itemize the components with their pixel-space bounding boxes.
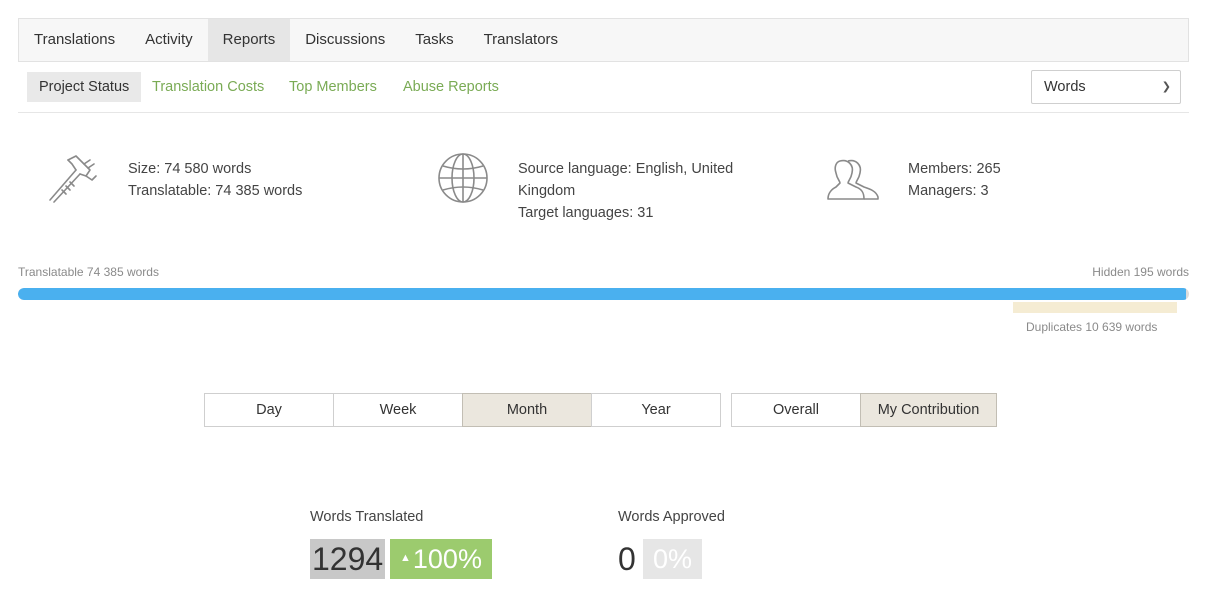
caliper-icon: [46, 152, 98, 207]
managers-line: Managers: 3: [908, 183, 989, 199]
words-translated-value: 1294: [310, 539, 386, 579]
language-stats: Source language: English, United Kingdom…: [518, 158, 758, 224]
tab-translations[interactable]: Translations: [19, 19, 130, 61]
word-count-bar: [18, 288, 1189, 300]
words-approved-value: 0: [618, 541, 636, 577]
words-translated-label: Words Translated: [310, 509, 424, 525]
triangle-up-icon: ▲: [400, 551, 411, 564]
translatable-label: Translatable 74 385 words: [18, 265, 159, 279]
tab-translators[interactable]: Translators: [469, 19, 573, 61]
period-day-button[interactable]: Day: [204, 393, 334, 427]
tab-discussions[interactable]: Discussions: [290, 19, 400, 61]
subtab-translation-costs[interactable]: Translation Costs: [152, 72, 264, 102]
scope-my-contribution-button[interactable]: My Contribution: [860, 393, 997, 427]
member-stats: Members: 265 Managers: 3: [908, 158, 1001, 202]
members-line: Members: 265: [908, 161, 1001, 177]
period-month-button[interactable]: Month: [462, 393, 592, 427]
reports-sub-nav: Project Status Translation Costs Top Mem…: [18, 62, 1189, 113]
main-nav: Translations Activity Reports Discussion…: [18, 18, 1189, 62]
subtab-project-status[interactable]: Project Status: [27, 72, 142, 102]
words-approved-label: Words Approved: [618, 509, 725, 525]
source-language-line-cont: Kingdom: [518, 183, 576, 199]
unit-select-value: Words: [1044, 79, 1086, 95]
unit-select[interactable]: Words ❯: [1031, 70, 1181, 104]
period-selector: Day Week Month Year: [204, 393, 721, 427]
translatable-line: Translatable: 74 385 words: [128, 183, 303, 199]
members-icon: [826, 155, 880, 206]
hidden-label: Hidden 195 words: [1092, 265, 1189, 279]
scope-selector: Overall My Contribution: [731, 393, 997, 427]
target-languages-line: Target languages: 31: [518, 205, 654, 221]
period-week-button[interactable]: Week: [333, 393, 463, 427]
subtab-top-members[interactable]: Top Members: [289, 72, 377, 102]
globe-icon: [437, 152, 489, 207]
tab-reports[interactable]: Reports: [207, 19, 291, 61]
words-approved-change: 0%: [643, 539, 703, 579]
subtab-abuse-reports[interactable]: Abuse Reports: [403, 72, 499, 102]
tab-tasks[interactable]: Tasks: [400, 19, 468, 61]
size-line: Size: 74 580 words: [128, 161, 252, 177]
source-language-line: Source language: English, United: [518, 161, 734, 177]
tab-activity[interactable]: Activity: [130, 19, 208, 61]
words-translated-change: ▲100%: [390, 539, 492, 579]
duplicates-segment: [1013, 302, 1177, 313]
period-year-button[interactable]: Year: [591, 393, 721, 427]
translatable-segment: [18, 288, 1186, 300]
chevron-down-icon: ❯: [1161, 81, 1171, 93]
duplicates-label: Duplicates 10 639 words: [1026, 320, 1158, 334]
scope-overall-button[interactable]: Overall: [731, 393, 861, 427]
size-stats: Size: 74 580 words Translatable: 74 385 …: [128, 158, 302, 202]
words-translated-change-value: 100%: [412, 544, 482, 574]
